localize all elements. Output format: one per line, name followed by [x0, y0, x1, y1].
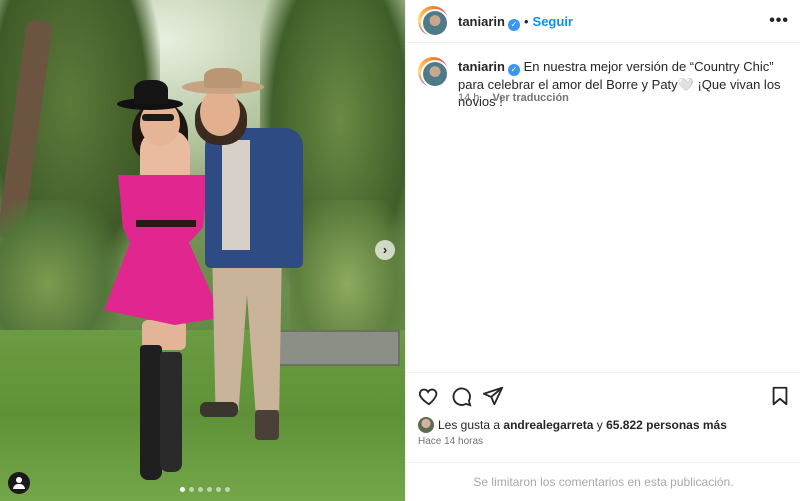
post-actions: Les gusta a andrealegarreta y 65.822 per… — [406, 372, 800, 462]
comments-disabled-notice: Se limitaron los comentarios en esta pub… — [406, 462, 800, 501]
woman-sunglasses — [142, 114, 174, 121]
liker-avatar[interactable] — [418, 417, 434, 433]
carousel-next-button[interactable]: › — [375, 240, 395, 260]
caption-username-link[interactable]: taniarin — [458, 59, 505, 74]
carousel-dot — [198, 487, 203, 492]
man-shoe — [200, 402, 238, 417]
photo-trough — [275, 330, 400, 366]
carousel-dot — [225, 487, 230, 492]
caption-avatar[interactable] — [418, 57, 449, 88]
photo-plants — [290, 200, 405, 340]
header-user: taniarin ✓ • Seguir — [458, 14, 573, 31]
see-translation-button[interactable]: Ver traducción — [492, 92, 568, 104]
likes-count-link[interactable]: 65.822 personas más — [606, 418, 727, 432]
man-head — [200, 88, 240, 136]
man-vest — [222, 140, 250, 250]
man-blue-jacket — [205, 128, 303, 268]
woman-hat-crown — [134, 80, 168, 104]
verified-badge-icon: ✓ — [507, 19, 520, 31]
comment-icon[interactable] — [450, 385, 472, 407]
photo-bushes — [0, 200, 120, 340]
caption-meta: 14 h Ver traducción — [458, 92, 569, 104]
man-shoe — [255, 410, 279, 440]
profile-avatar[interactable] — [418, 6, 449, 37]
likes-prefix: Les gusta a — [438, 418, 501, 432]
carousel-dot — [180, 487, 185, 492]
likes-middle: y — [596, 418, 603, 432]
carousel-dot — [207, 487, 212, 492]
post-side-panel: taniarin ✓ • Seguir ••• taniarin ✓ En nuestr… — [405, 0, 800, 501]
post-age: 14 h — [458, 92, 480, 104]
post-photo[interactable]: › — [0, 0, 405, 501]
heart-icon[interactable] — [418, 385, 440, 407]
liker-username-link[interactable]: andrealegarreta — [503, 418, 593, 432]
woman-boot — [140, 345, 162, 480]
carousel-dot — [216, 487, 221, 492]
verified-badge-icon: ✓ — [507, 64, 520, 76]
woman-boot — [160, 352, 182, 472]
bookmark-icon[interactable] — [769, 385, 791, 407]
tagged-users-icon[interactable] — [8, 472, 30, 494]
post-timestamp[interactable]: Hace 14 horas — [418, 436, 483, 447]
likes-summary: Les gusta a andrealegarreta y 65.822 per… — [418, 417, 727, 433]
man-hat-crown — [204, 68, 242, 88]
woman-belt — [136, 220, 196, 227]
more-options-icon[interactable]: ••• — [769, 12, 789, 30]
separator-dot: • — [523, 14, 529, 29]
carousel-indicator — [180, 487, 230, 492]
post-header: taniarin ✓ • Seguir ••• — [406, 0, 800, 43]
follow-button[interactable]: Seguir — [533, 14, 573, 29]
username-link[interactable]: taniarin — [458, 14, 505, 29]
share-icon[interactable] — [482, 385, 504, 407]
carousel-dot — [189, 487, 194, 492]
